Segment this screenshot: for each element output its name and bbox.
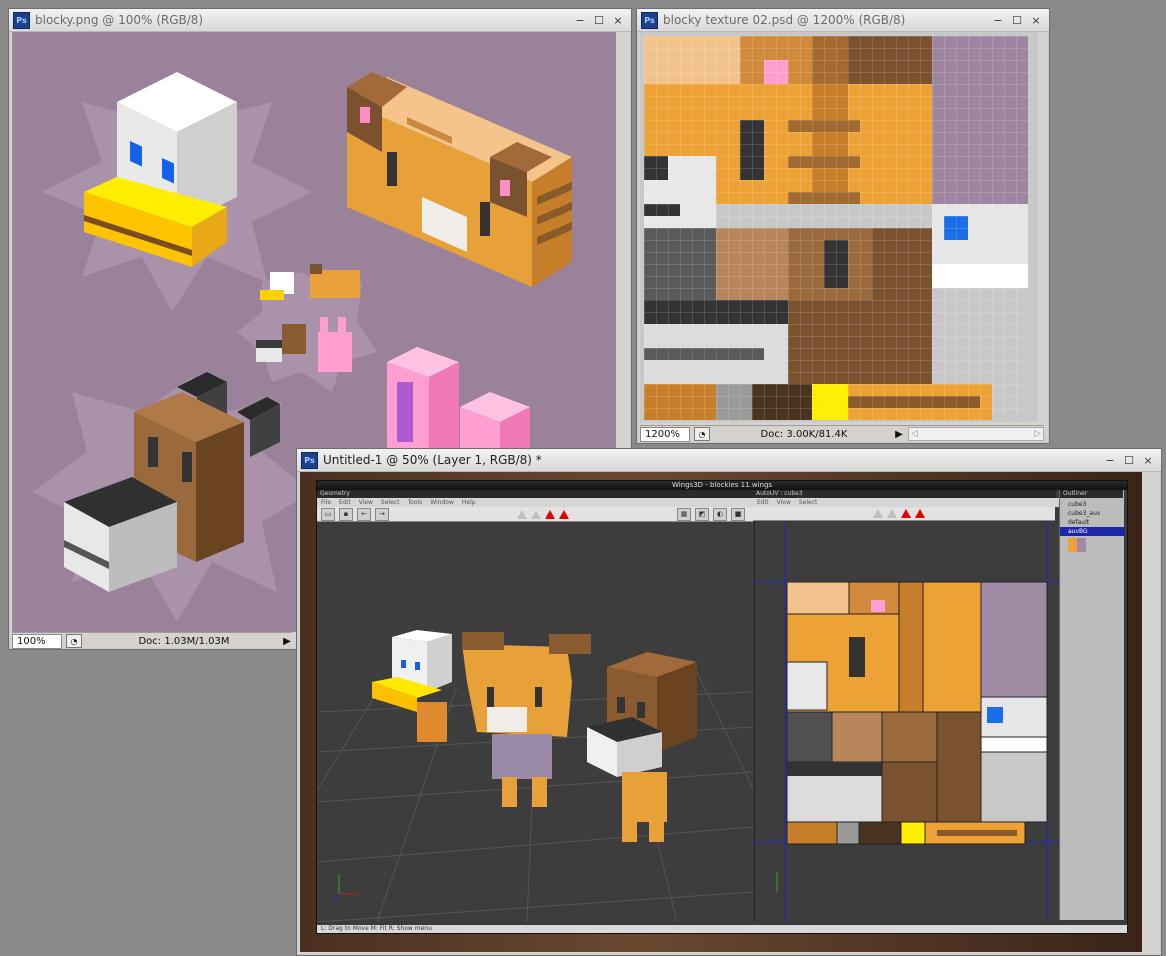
close-button[interactable]: × [1030, 14, 1042, 27]
maximize-button[interactable]: ☐ [1011, 14, 1023, 27]
bunny-character [387, 347, 530, 457]
geometry-toolbar: ▭ ▪ ← → ▦ ◩ ◐ ■ [317, 507, 753, 522]
photoshop-icon: Ps [301, 451, 318, 469]
outliner-item[interactable]: cube3 [1060, 500, 1124, 509]
face-mode-icon[interactable] [901, 509, 911, 518]
tiger-character [347, 72, 572, 287]
wings-title: Wings3D - blockies 11.wings [317, 481, 1127, 490]
body-mode-icon[interactable] [559, 509, 569, 519]
horizontal-scrollbar[interactable]: ◁ ▷ [908, 427, 1044, 441]
wings3d-window: Wings3D - blockies 11.wings Geometry Fil… [316, 480, 1128, 934]
titlebar[interactable]: Ps blocky texture 02.psd @ 1200% (RGB/8)… [637, 9, 1049, 32]
window-title: blocky.png @ 100% (RGB/8) [35, 13, 204, 27]
titlebar[interactable]: Ps blocky.png @ 100% (RGB/8) − ☐ × [9, 9, 631, 32]
menu-select[interactable]: Select [799, 498, 818, 507]
small-horse [282, 324, 306, 354]
menu-tools[interactable]: Tools [407, 498, 422, 507]
zoom-field[interactable]: 1200% [640, 426, 690, 442]
geometry-tab[interactable]: Geometry [317, 490, 756, 498]
outliner-item[interactable]: cube3_auv [1060, 509, 1124, 518]
viewport-scene [317, 630, 753, 922]
document-size: Doc: 3.00K/81.4K [760, 428, 848, 440]
axes-icon[interactable]: ◩ [695, 507, 709, 521]
undo-icon[interactable]: ← [357, 507, 371, 521]
body-mode-icon[interactable] [915, 509, 925, 518]
geometry-viewport[interactable] [317, 522, 753, 922]
zoom-field[interactable]: 100% [12, 633, 62, 649]
titlebar[interactable]: Ps Untitled-1 @ 50% (Layer 1, RGB/8) * −… [297, 449, 1161, 472]
document-info-icon[interactable]: ◔ [694, 427, 710, 441]
status-menu-arrow-icon[interactable]: ▶ [894, 429, 904, 440]
status-bar: 100% ◔ Doc: 1.03M/1.03M ▶ [12, 632, 292, 649]
vertex-mode-icon[interactable] [517, 509, 527, 519]
minimize-button[interactable]: − [992, 14, 1004, 27]
save-icon[interactable]: ▪ [339, 507, 353, 521]
menu-view[interactable]: View [359, 498, 373, 507]
texture-thumbnail [1068, 538, 1086, 552]
horse-model [587, 652, 697, 842]
photoshop-icon: Ps [641, 11, 658, 29]
face-mode-icon[interactable] [545, 509, 555, 519]
minimize-button[interactable]: − [1104, 454, 1116, 467]
tiger-model [462, 632, 591, 807]
window-title: Untitled-1 @ 50% (Layer 1, RGB/8) * [323, 453, 542, 467]
screenshot-canvas[interactable]: Wings3D - blockies 11.wings Geometry Fil… [300, 472, 1142, 952]
grid-icon[interactable]: ▦ [677, 507, 691, 521]
redo-icon[interactable]: → [375, 507, 389, 521]
autouv-viewport[interactable] [754, 522, 1060, 922]
menu-select[interactable]: Select [381, 498, 400, 507]
close-button[interactable]: × [1142, 454, 1154, 467]
menu-help[interactable]: Help [462, 498, 476, 507]
edge-mode-icon[interactable] [887, 509, 897, 518]
small-bunny [318, 332, 352, 372]
minimize-button[interactable]: − [574, 14, 586, 27]
small-tiger [310, 270, 360, 298]
texture-pixel-art [644, 36, 1028, 420]
maximize-button[interactable]: ☐ [1123, 454, 1135, 467]
shade-icon[interactable]: ◐ [713, 507, 727, 521]
wireframe-icon[interactable]: ■ [731, 507, 745, 521]
maximize-button[interactable]: ☐ [593, 14, 605, 27]
axis-gizmo [330, 874, 357, 903]
geometry-menu: File Edit View Select Tools Window Help [317, 498, 753, 507]
autouv-tab[interactable]: AutoUV : cube3 [753, 490, 1056, 498]
vertex-mode-icon[interactable] [873, 509, 883, 518]
outliner-panel: Outliner cube3 cube3_auv default auvBG [1059, 490, 1124, 920]
wings-status-bar: L: Drag to Move M: Fit R: Show menu [317, 925, 1127, 933]
document-info-icon[interactable]: ◔ [66, 634, 82, 648]
autouv-menu: Edit View Select [753, 498, 1059, 507]
status-bar: 1200% ◔ Doc: 3.00K/81.4K ▶ ◁ ▷ [640, 425, 1044, 442]
window-texture-psd[interactable]: Ps blocky texture 02.psd @ 1200% (RGB/8)… [636, 8, 1050, 444]
edge-mode-icon[interactable] [531, 509, 541, 519]
photoshop-icon: Ps [13, 11, 30, 29]
outliner-tab[interactable]: Outliner [1060, 490, 1123, 498]
outliner-item[interactable]: default [1060, 518, 1124, 527]
close-button[interactable]: × [612, 14, 624, 27]
window-untitled-1[interactable]: Ps Untitled-1 @ 50% (Layer 1, RGB/8) * −… [296, 448, 1162, 956]
texture-canvas[interactable] [640, 32, 1038, 422]
outliner-item-selected[interactable]: auvBG [1060, 527, 1124, 536]
uv-layout [755, 522, 1060, 922]
menu-view[interactable]: View [777, 498, 791, 507]
status-menu-arrow-icon[interactable]: ▶ [282, 636, 292, 647]
menu-file[interactable]: File [321, 498, 331, 507]
menu-edit[interactable]: Edit [339, 498, 351, 507]
menu-edit[interactable]: Edit [757, 498, 769, 507]
duck-model [372, 630, 452, 742]
menu-window[interactable]: Window [430, 498, 454, 507]
window-title: blocky texture 02.psd @ 1200% (RGB/8) [663, 13, 906, 27]
autouv-toolbar [753, 507, 1055, 521]
open-icon[interactable]: ▭ [321, 507, 335, 521]
document-size: Doc: 1.03M/1.03M [138, 635, 230, 647]
